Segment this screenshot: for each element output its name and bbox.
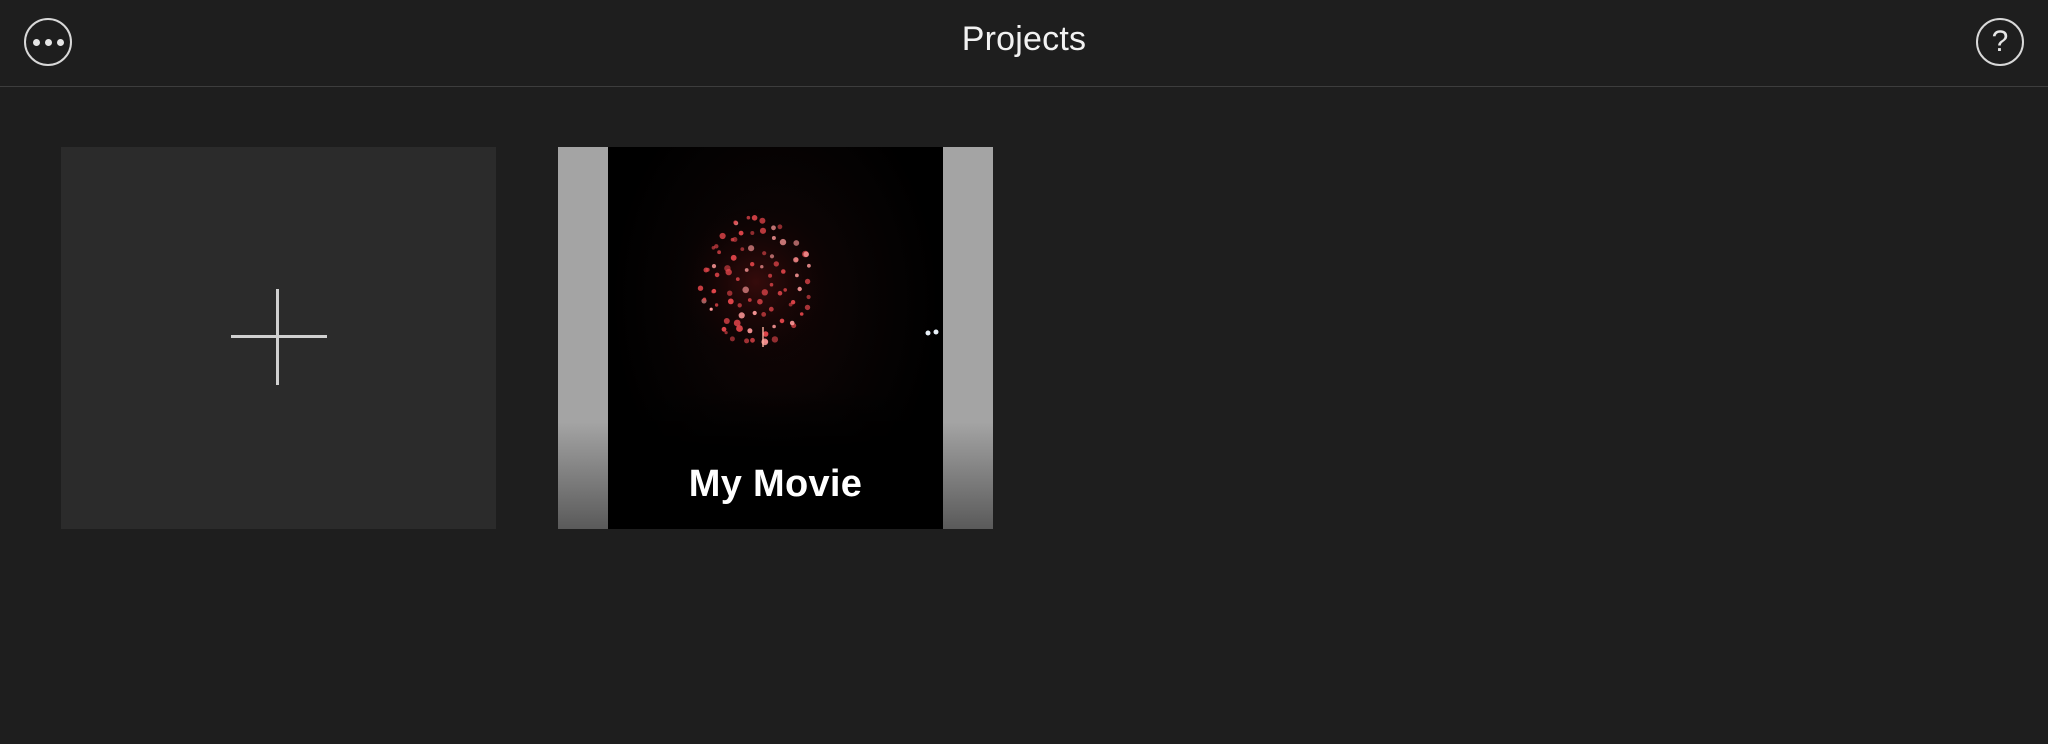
create-project-button[interactable]: [61, 147, 496, 529]
navigation-bar: Projects ?: [0, 0, 2048, 87]
project-tile-my-movie[interactable]: My Movie: [558, 147, 993, 529]
projects-browser: Projects ? My Movie: [0, 0, 2048, 744]
question-mark-icon: ?: [1991, 24, 2009, 58]
page-title: Projects: [961, 20, 1087, 58]
help-button[interactable]: ?: [1976, 18, 2024, 66]
project-title: My Movie: [688, 463, 863, 505]
